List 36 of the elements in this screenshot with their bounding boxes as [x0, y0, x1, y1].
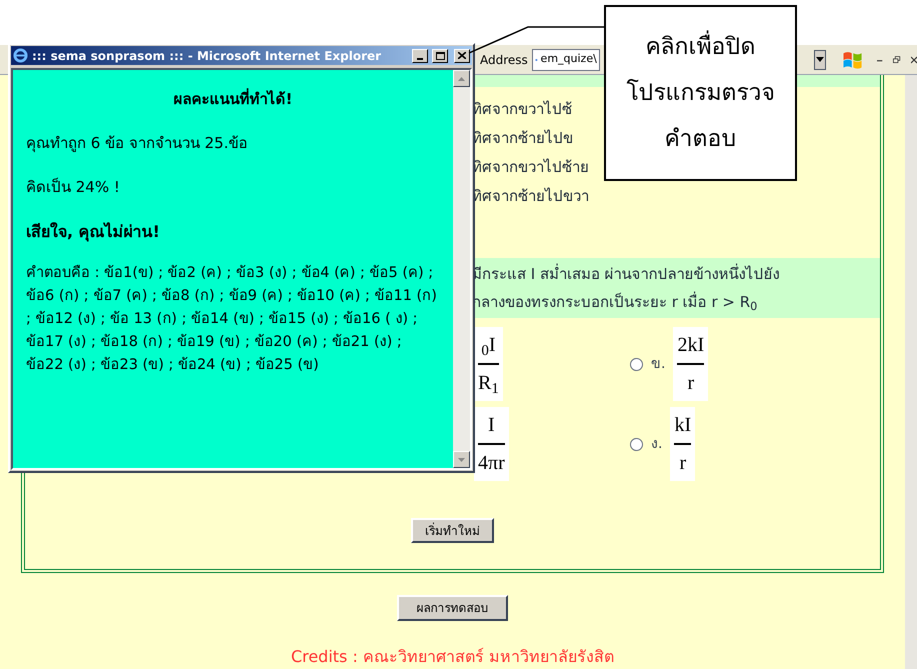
- results-heading: ผลคะแนนที่ทำได้!: [172, 88, 294, 110]
- option-text: ทิศจากขวาไปซ้าย: [472, 157, 589, 178]
- score-text: คุณทำถูก 6 ข้อ จากจำนวน 25.ข้อ: [26, 133, 248, 154]
- restore-icon[interactable]: [893, 54, 901, 64]
- option-text: ทิศจากซ้ายไปข: [472, 128, 573, 149]
- close-icon[interactable]: [910, 56, 917, 64]
- radio-button[interactable]: [630, 438, 643, 450]
- restart-button[interactable]: เริ่มทำใหม่: [411, 518, 494, 544]
- callout-text: โปรแกรมตรวจ: [626, 78, 774, 108]
- callout-text: คลิกเพื่อปิด: [646, 30, 756, 64]
- scroll-down-button[interactable]: [453, 451, 470, 468]
- option-label: ข.: [651, 354, 666, 374]
- fraction: $_{0}$I R$_{1}$: [474, 327, 503, 401]
- option-text: ทิศจากขวาไปซ้: [472, 99, 572, 120]
- percent-text: คิดเป็น 24% !: [26, 176, 121, 198]
- close-icon: [458, 52, 466, 59]
- up-arrow-icon: [458, 76, 465, 80]
- option-label: ง.: [651, 434, 662, 454]
- scroll-up-button[interactable]: [453, 70, 470, 87]
- callout-text: คำตอบ: [664, 125, 736, 154]
- browser-icon: [13, 48, 28, 63]
- option-text: ทิศจากซ้ายไปขวา: [472, 186, 589, 207]
- close-button[interactable]: [454, 48, 470, 62]
- credits-text: Credits : คณะวิทยาศาสตร์ มหาวิทยาลัยรังสิต: [290, 646, 614, 668]
- window-title: ::: sema sonprasom ::: - Microsoft Internet Explorer: [32, 48, 382, 64]
- verdict-text: เสียใจ, คุณไม่ผ่าน!: [26, 221, 161, 243]
- address-label: Address: [480, 52, 528, 68]
- fraction: I 4πr: [474, 407, 509, 481]
- results-button[interactable]: ผลการทดสอบ: [397, 595, 508, 621]
- fraction: kI r: [670, 407, 696, 481]
- down-arrow-icon: [458, 458, 465, 462]
- address-field[interactable]: em_quize\: [532, 48, 600, 70]
- dropdown-caret-icon[interactable]: [814, 50, 826, 70]
- maximize-button[interactable]: [432, 48, 448, 62]
- minimize-button[interactable]: [412, 48, 428, 62]
- radio-button[interactable]: [630, 358, 643, 370]
